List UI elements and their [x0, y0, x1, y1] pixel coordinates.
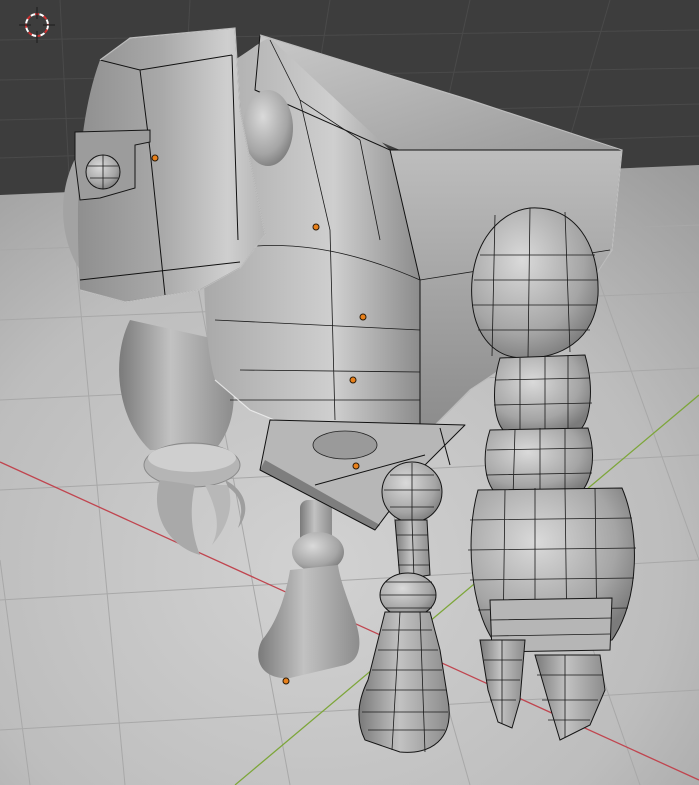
3d-viewport[interactable] — [0, 0, 699, 785]
origin-point — [359, 313, 367, 321]
shoulder-sphere — [243, 90, 293, 166]
origin-point — [151, 154, 159, 162]
origin-point — [352, 462, 360, 470]
robot-head[interactable] — [74, 27, 266, 303]
origin-point — [349, 376, 357, 384]
viewport-scene[interactable] — [0, 0, 699, 785]
origin-point — [282, 677, 290, 685]
origin-point — [312, 223, 320, 231]
